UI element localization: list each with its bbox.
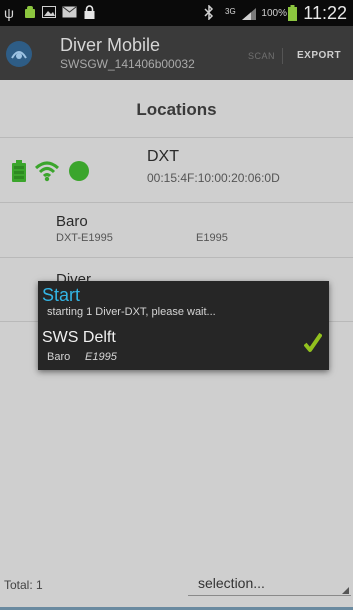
- total-count: Total: 1: [4, 578, 43, 592]
- dialog-sensor-type: Baro: [47, 351, 71, 363]
- locations-screen: Locations DXT 00:15:4F:10:00:20:06:0D Ba…: [0, 80, 353, 610]
- baro-location-name[interactable]: Baro: [56, 213, 88, 230]
- checkmark-icon: [303, 332, 323, 358]
- bluetooth-icon: [204, 4, 214, 23]
- app-title: Diver Mobile: [60, 35, 161, 55]
- start-progress-dialog: Start starting 1 Diver-DXT, please wait.…: [38, 281, 329, 370]
- battery-icon: [288, 5, 297, 24]
- export-button[interactable]: EXPORT: [297, 50, 341, 61]
- dialog-title: Start: [42, 285, 81, 305]
- divider: [0, 202, 353, 203]
- wifi-connected-icon: [34, 160, 60, 187]
- device-battery-icon: [12, 160, 26, 187]
- dropdown-corner-icon: [342, 587, 349, 594]
- device-name: DXT: [147, 148, 179, 165]
- baro-serial: E1995: [196, 232, 228, 244]
- network-type-label: 3G: [225, 7, 236, 16]
- lock-icon: [84, 5, 95, 22]
- dialog-location-name: SWS Delft: [42, 329, 116, 346]
- baro-device-id: DXT-E1995: [56, 232, 113, 244]
- selection-dropdown[interactable]: selection...: [188, 574, 351, 596]
- app-subtitle: SWSGW_141406b00032: [60, 57, 195, 71]
- scan-button[interactable]: SCAN: [248, 51, 275, 61]
- usb-icon: ψ: [4, 5, 14, 21]
- dialog-message: starting 1 Diver-DXT, please wait...: [47, 306, 216, 318]
- app-logo-icon[interactable]: [6, 41, 32, 67]
- status-dot-icon: [69, 161, 89, 186]
- message-icon: [62, 5, 77, 21]
- action-divider: [282, 48, 283, 64]
- image-icon: [42, 5, 56, 21]
- signal-icon: [242, 7, 256, 23]
- clock: 11:22: [303, 3, 347, 23]
- battery-percent: 100%: [261, 8, 287, 19]
- status-bar: ψ 3G 100% 11:22: [0, 0, 353, 26]
- android-notification-icon: [24, 5, 36, 22]
- device-mac-address: 00:15:4F:10:00:20:06:0D: [147, 171, 280, 185]
- selection-dropdown-value: selection...: [198, 575, 265, 591]
- divider: [0, 257, 353, 258]
- app-bar: Diver Mobile SWSGW_141406b00032 SCAN EXP…: [0, 26, 353, 80]
- dialog-sensor-serial: E1995: [85, 351, 117, 363]
- page-title: Locations: [136, 100, 217, 119]
